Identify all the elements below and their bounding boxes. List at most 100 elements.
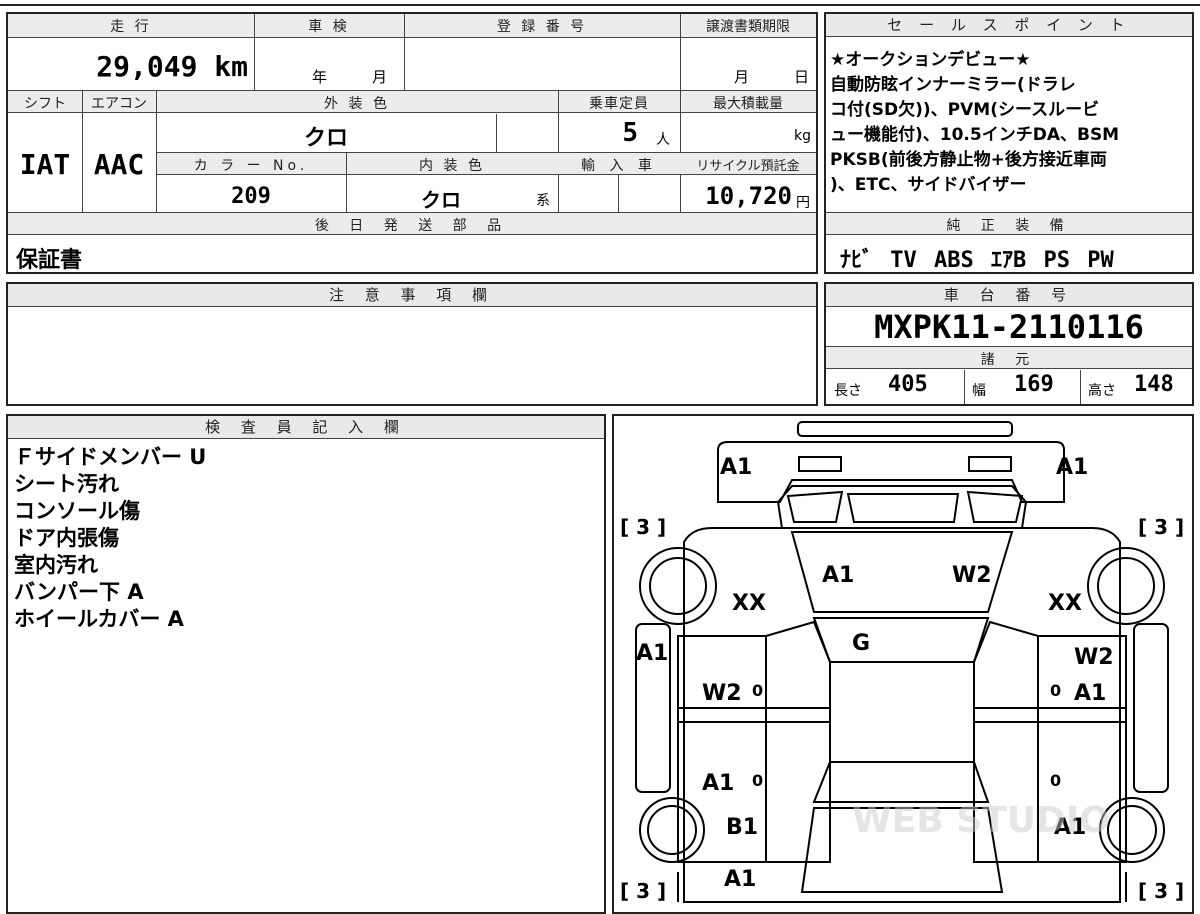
transfer-day: 日	[794, 68, 810, 86]
sales-point-panel: セ ー ル ス ポ イ ン ト ★オークションデビュー★ 自動防眩インナーミラー…	[824, 12, 1194, 274]
wheel-front-left	[639, 547, 717, 625]
reg-label: 登 録 番 号	[496, 19, 588, 35]
load-unit: kg	[794, 128, 811, 144]
aircon-label: エアコン	[91, 96, 147, 112]
inspector-line: 室内汚れ	[14, 553, 98, 577]
body-outline	[683, 527, 1121, 903]
interior-unit: 系	[536, 193, 550, 209]
later-parts-label: 後 日 発 送 部 品	[314, 218, 510, 234]
color-no-label: カ ラ ー No.	[193, 158, 309, 174]
damage-mark: [ 3 ]	[1138, 515, 1184, 539]
roof-antenna-bar	[797, 421, 1013, 437]
interior-label: 内 装 色	[419, 158, 485, 174]
maxload-label: 最大積載量	[713, 96, 783, 112]
sales-line: )、ETC、サイドバイザー	[830, 175, 1027, 195]
chassis-panel: 車 台 番 号 MXPK11-2110116 諸 元 長さ 405 幅 169 …	[824, 282, 1194, 406]
mileage-label: 走 行	[110, 19, 152, 35]
damage-mark: [ 3 ]	[620, 515, 666, 539]
length-label: 長さ	[834, 383, 862, 399]
damage-mark: [ 3 ]	[1138, 879, 1184, 903]
transfer-label: 譲渡書類期限	[706, 19, 790, 35]
capacity-value: 5	[622, 118, 638, 148]
inspector-line: バンパー下 A	[14, 580, 144, 604]
damage-mark: A1	[724, 867, 756, 892]
equipment-list: ﾅﾋﾞ TV ABS ｴｱB PS PW	[840, 242, 1114, 274]
wheel-front-right	[1087, 547, 1165, 625]
inspector-line: シート汚れ	[14, 472, 119, 496]
damage-mark: 0	[1050, 771, 1061, 790]
inspector-panel: 検 査 員 記 入 欄 Ｆサイドメンバー U シート汚れ コンソール傷 ドア内張…	[6, 414, 606, 914]
inspector-label: 検 査 員 記 入 欄	[8, 416, 604, 439]
watermark: WEB STUDIO	[852, 800, 1110, 841]
shift-label: シフト	[24, 96, 66, 112]
damage-mark: A1	[702, 771, 734, 796]
sales-point-label: セ ー ル ス ポ イ ン ト	[826, 14, 1192, 37]
car-damage-diagram: A1 A1 [ 3 ] [ 3 ] A1 W2 XX XX G A1 W2 W2 0 0 A1 A1 0 0 B1 A…	[612, 414, 1194, 914]
exterior-label: 外 装 色	[324, 96, 390, 112]
wheel-rear-left	[639, 797, 705, 863]
color-no-value: 209	[231, 184, 271, 209]
damage-mark: W2	[1074, 645, 1114, 670]
sales-line: ュー機能付)、10.5インチDA、BSM	[830, 125, 1120, 145]
later-parts-value: 保証書	[16, 248, 83, 273]
inspector-notes: Ｆサイドメンバー U シート汚れ コンソール傷 ドア内張傷 室内汚れ バンパー下…	[14, 444, 206, 633]
exterior-value: クロ	[303, 126, 348, 151]
sales-point-text: ★オークションデビュー★ 自動防眩インナーミラー(ドラレ コ付(SD欠))、PV…	[830, 48, 1192, 198]
recycle-value: 10,720	[705, 182, 792, 210]
capacity-unit: 人	[656, 132, 670, 148]
equipment-item: PS	[1043, 248, 1071, 273]
sales-line: PKSB(前後方静止物+後方接近車両	[830, 150, 1107, 170]
damage-mark: A1	[822, 563, 854, 588]
equipment-item: PW	[1087, 248, 1114, 273]
damage-mark: XX	[1048, 591, 1082, 616]
damage-mark: A1	[1056, 455, 1088, 480]
sales-line: ★オークションデビュー★	[830, 50, 1031, 70]
right-sill	[1133, 623, 1169, 793]
damage-mark: W2	[952, 563, 992, 588]
shaken-year: 年	[312, 68, 328, 86]
capacity-label: 乗車定員	[589, 96, 649, 112]
inspector-line: ドア内張傷	[14, 526, 119, 550]
import-label: 輸 入 車	[581, 158, 657, 174]
sales-line: コ付(SD欠))、PVM(シースルービ	[830, 100, 1100, 120]
height-label: 高さ	[1088, 383, 1116, 399]
damage-mark: A1	[720, 455, 752, 480]
equipment-label: 純 正 装 備	[946, 218, 1072, 234]
inspector-line: ホイールカバー A	[14, 607, 184, 631]
damage-mark: A1	[1074, 681, 1106, 706]
shaken-label: 車 検	[308, 19, 350, 35]
damage-mark: B1	[726, 815, 758, 840]
equipment-item: ABS	[934, 248, 974, 273]
recycle-label: リサイクル預託金	[696, 159, 800, 174]
damage-mark: 0	[752, 681, 763, 700]
spec-table: 走 行 車 検 登 録 番 号 譲渡書類期限 29,049 km 年 月 月 日…	[6, 12, 818, 274]
equipment-item: ﾅﾋﾞ	[840, 248, 874, 273]
dims-label: 諸 元	[980, 352, 1038, 368]
notes-label: 注 意 事 項 欄	[8, 284, 816, 307]
height-value: 148	[1134, 372, 1174, 397]
shaken-month: 月	[372, 68, 388, 86]
shift-value: IAT	[19, 148, 71, 181]
width-label: 幅	[972, 383, 986, 399]
length-value: 405	[888, 372, 928, 397]
chassis-number: MXPK11-2110116	[874, 308, 1144, 346]
mileage-value: 29,049 km	[96, 50, 248, 83]
damage-mark: 0	[752, 771, 763, 790]
inspector-line: コンソール傷	[14, 499, 140, 523]
aircon-value: AAC	[93, 148, 145, 181]
equipment-item: TV	[890, 248, 917, 273]
inspector-line: Ｆサイドメンバー U	[14, 445, 207, 469]
width-value: 169	[1014, 372, 1054, 397]
damage-mark: G	[852, 631, 870, 656]
roof	[829, 661, 975, 763]
interior-value: クロ	[421, 188, 461, 212]
transfer-month: 月	[734, 68, 750, 86]
damage-mark: W2	[702, 681, 742, 706]
chassis-label: 車 台 番 号	[826, 284, 1192, 307]
damage-mark: [ 3 ]	[620, 879, 666, 903]
recycle-unit: 円	[796, 195, 810, 211]
sales-line: 自動防眩インナーミラー(ドラレ	[830, 75, 1076, 95]
damage-mark: 0	[1050, 681, 1061, 700]
damage-mark: A1	[636, 641, 668, 666]
damage-mark: XX	[732, 591, 766, 616]
